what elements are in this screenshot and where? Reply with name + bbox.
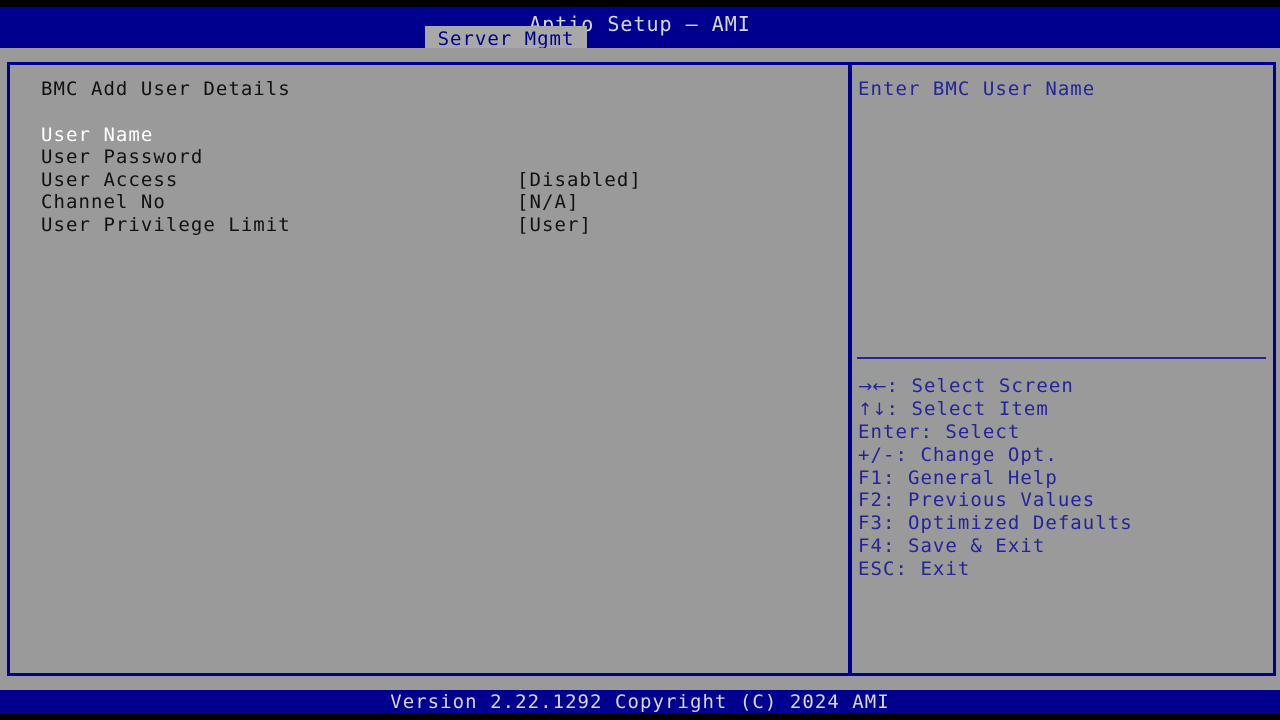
- setting-value[interactable]: [User]: [517, 214, 592, 236]
- top-black-bar: [0, 0, 1280, 7]
- footer-bar: Version 2.22.1292 Copyright (C) 2024 AMI: [0, 690, 1280, 714]
- setting-row[interactable]: User Privilege Limit [User]: [41, 214, 831, 237]
- legend-line: F3: Optimized Defaults: [858, 512, 1272, 535]
- legend-line: F4: Save & Exit: [858, 535, 1272, 558]
- setting-label: User Name: [41, 123, 154, 146]
- setting-row[interactable]: User Access [Disabled]: [41, 169, 831, 192]
- setting-label: User Access: [41, 168, 179, 191]
- legend-text: F4: Save & Exit: [858, 535, 1046, 558]
- legend-line: →←: Select Screen: [858, 375, 1272, 398]
- help-divider: [857, 357, 1266, 359]
- bottom-black-bar: [0, 714, 1280, 720]
- legend-key-glyph-icon: ↑↓: [858, 399, 887, 420]
- settings-list: BMC Add User Details User Name User Passw…: [41, 78, 831, 237]
- settings-rows: User Name User Password User Access [Disabl…: [41, 124, 831, 237]
- legend-line: ↑↓: Select Item: [858, 398, 1272, 421]
- setting-value[interactable]: [N/A]: [517, 191, 579, 213]
- version-text: Version 2.22.1292 Copyright (C) 2024 AMI: [390, 691, 890, 713]
- help-text-area: Enter BMC User Name: [858, 78, 1272, 101]
- legend-text: F3: Optimized Defaults: [858, 512, 1133, 535]
- legend-text: Enter: Select: [858, 420, 1021, 443]
- legend-line: ESC: Exit: [858, 558, 1272, 581]
- setting-label: User Privilege Limit: [41, 213, 291, 236]
- setting-row[interactable]: User Password: [41, 146, 831, 169]
- key-legend: →←: Select Screen ↑↓: Select Item Enter: S…: [858, 375, 1272, 581]
- legend-text: ESC: Exit: [858, 558, 971, 581]
- setting-row[interactable]: Channel No [N/A]: [41, 191, 831, 214]
- legend-key-glyph-icon: →←: [858, 377, 887, 397]
- legend-text: +/-: Change Opt.: [858, 443, 1058, 466]
- setting-label: User Password: [41, 146, 204, 169]
- legend-text: F2: Previous Values: [858, 489, 1096, 512]
- legend-line: Enter: Select: [858, 421, 1272, 444]
- help-panel: Enter BMC User Name →←: Select Screen ↑↓:…: [849, 62, 1276, 676]
- help-text: Enter BMC User Name: [858, 78, 1096, 100]
- bios-setup-screen: Aptio Setup – AMI Server Mgmt BMC Add Us…: [0, 0, 1280, 720]
- setting-value[interactable]: [Disabled]: [517, 169, 642, 191]
- legend-line: +/-: Change Opt.: [858, 444, 1272, 467]
- legend-text: : Select Item: [886, 397, 1049, 420]
- setting-row[interactable]: User Name: [41, 124, 831, 147]
- legend-line: F2: Previous Values: [858, 489, 1272, 512]
- legend-line: F1: General Help: [858, 467, 1272, 490]
- setting-label: Channel No: [41, 191, 166, 214]
- legend-text: F1: General Help: [858, 466, 1058, 489]
- settings-panel: BMC Add User Details User Name User Passw…: [7, 62, 851, 676]
- section-title: BMC Add User Details: [41, 78, 291, 100]
- legend-text: : Select Screen: [886, 375, 1074, 397]
